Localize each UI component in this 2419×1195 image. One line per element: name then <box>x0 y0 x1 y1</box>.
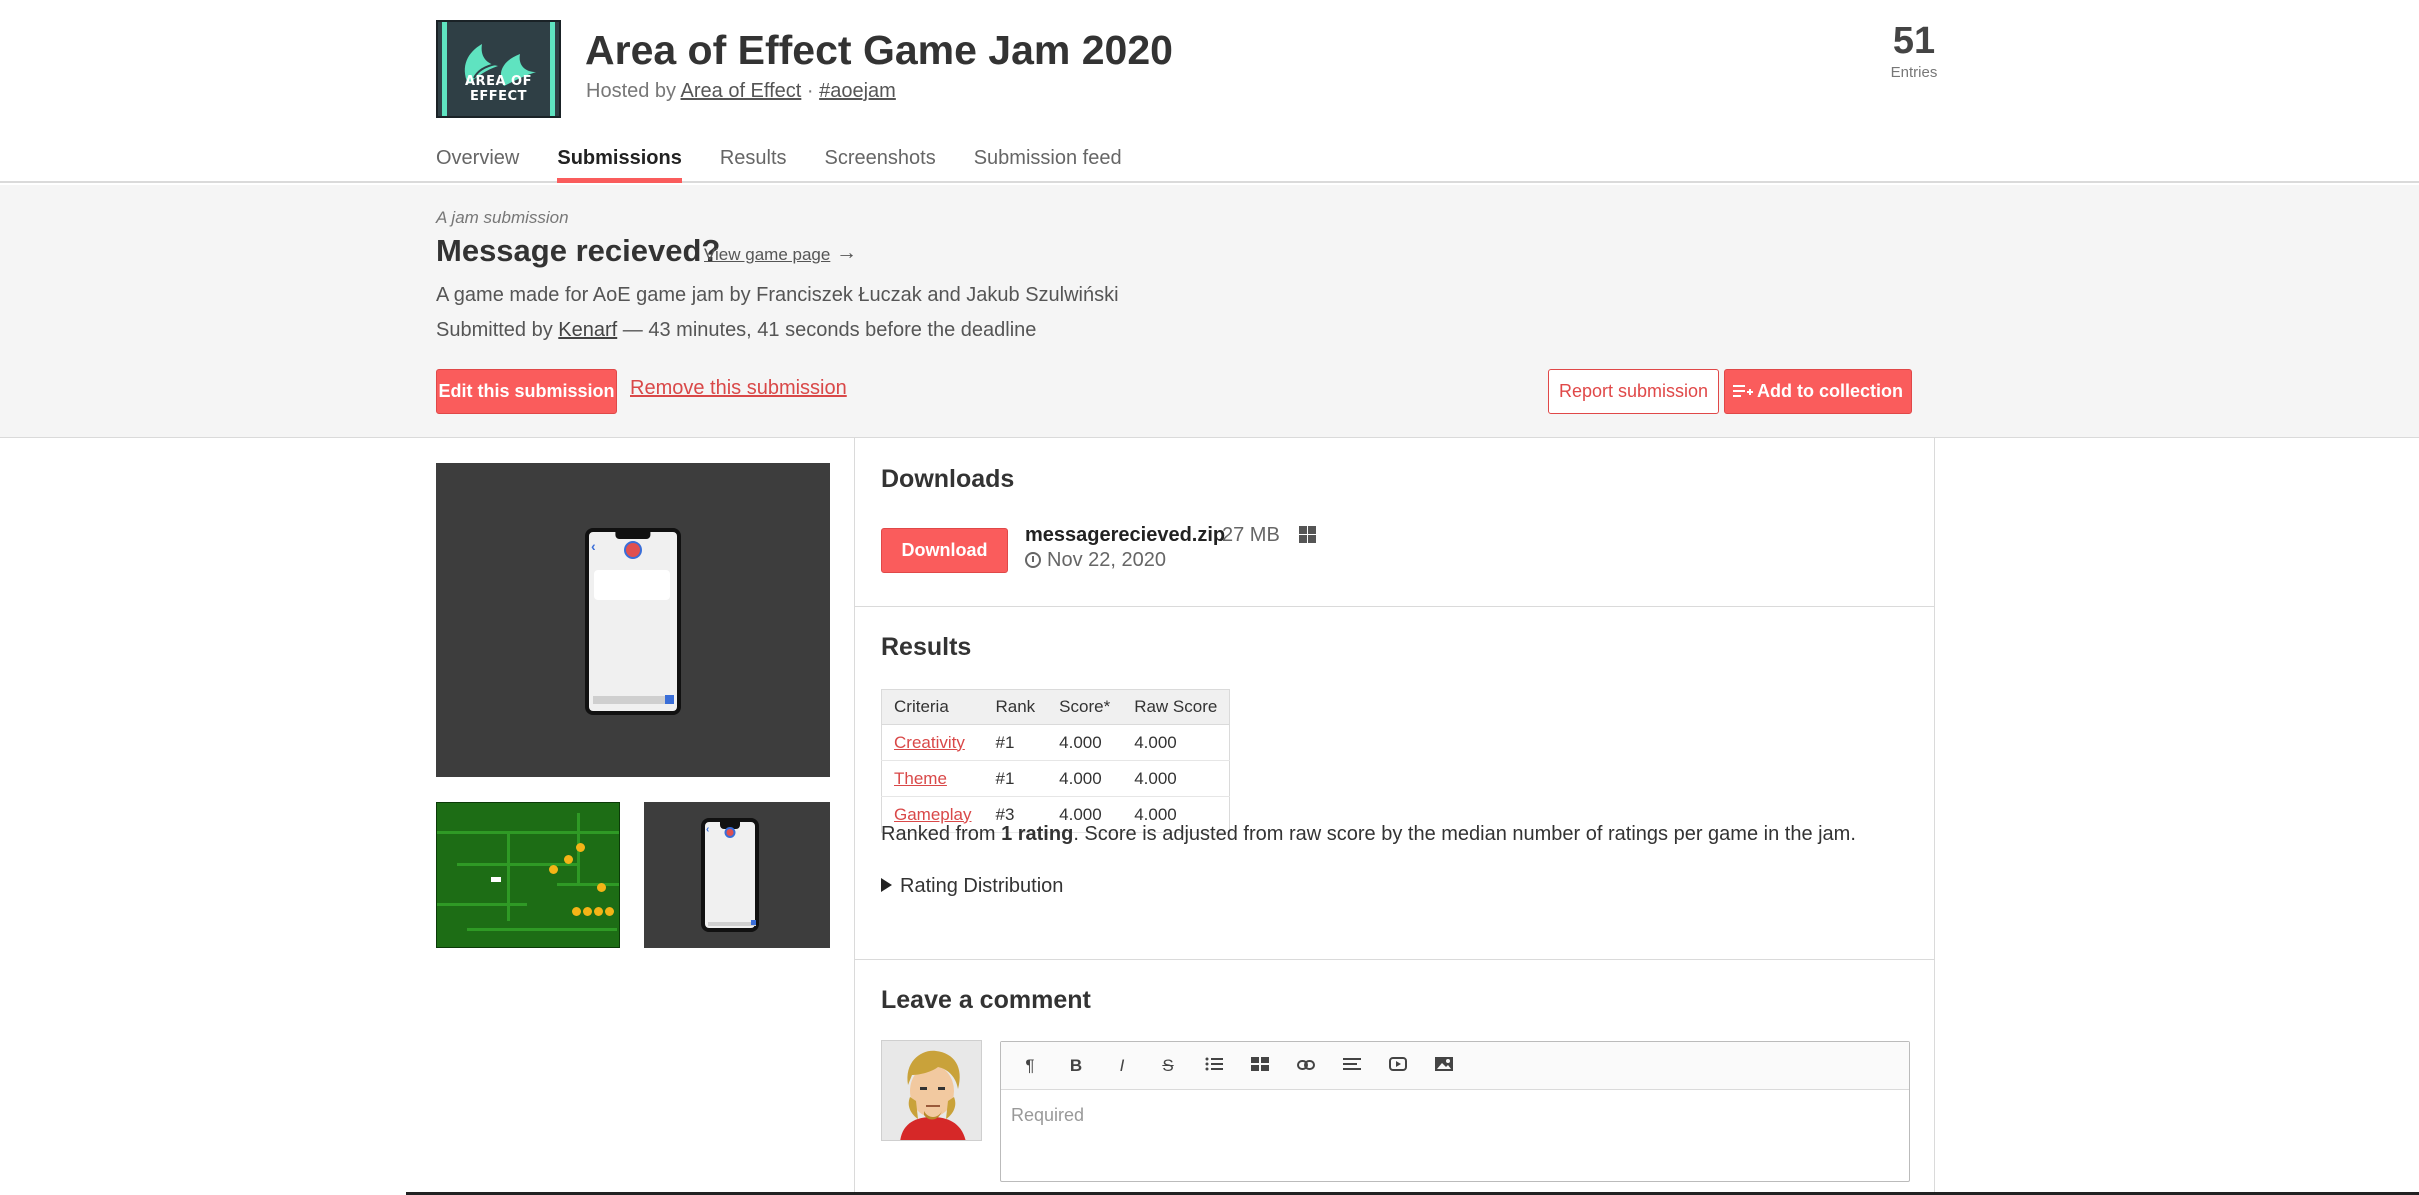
submission-header: A jam submission Message recieved? View … <box>0 185 2419 438</box>
report-submission-button[interactable]: Report submission <box>1548 369 1719 414</box>
windows-icon <box>1299 526 1316 543</box>
strikethrough-icon[interactable]: S <box>1147 1049 1189 1083</box>
file-size: 27 MB <box>1222 524 1280 546</box>
italic-icon[interactable]: I <box>1101 1049 1143 1083</box>
header-raw-score: Raw Score <box>1122 689 1230 725</box>
logo-text: AREA OF EFFECT <box>465 74 532 104</box>
editor-toolbar: ¶ B I S <box>1001 1042 1909 1090</box>
add-to-collection-label: Add to collection <box>1757 381 1903 401</box>
ranking-note: Ranked from 1 rating. Score is adjusted … <box>881 823 1856 846</box>
add-to-collection-button[interactable]: Add to collection <box>1724 369 1912 414</box>
bold-icon[interactable]: B <box>1055 1049 1097 1083</box>
clock-icon <box>1025 552 1041 568</box>
downloads-section: Downloads Download messagerecieved.zip 2… <box>855 438 1934 607</box>
submitted-suffix: — 43 minutes, 41 seconds before the dead… <box>622 319 1037 341</box>
tab-overview[interactable]: Overview <box>436 144 519 183</box>
file-date: Nov 22, 2020 <box>1047 549 1166 571</box>
tab-submissions[interactable]: Submissions <box>557 144 682 183</box>
results-section: Results Criteria Rank Score* Raw Score C… <box>855 607 1934 960</box>
comment-title: Leave a comment <box>881 986 1091 1014</box>
tab-screenshots[interactable]: Screenshots <box>825 144 936 183</box>
ranking-note-count: 1 rating <box>1001 823 1074 845</box>
edit-submission-button[interactable]: Edit this submission <box>436 369 617 414</box>
criteria-link-theme[interactable]: Theme <box>894 769 947 788</box>
rating-distribution-toggle[interactable]: Rating Distribution <box>881 875 1063 898</box>
link-icon[interactable] <box>1285 1049 1327 1083</box>
submission-title: Message recieved? <box>436 233 721 268</box>
list-icon[interactable] <box>1193 1049 1235 1083</box>
tab-results[interactable]: Results <box>720 144 787 183</box>
rank-cell: #1 <box>983 724 1048 761</box>
submitted-by-line: Submitted by Kenarf — 43 minutes, 41 sec… <box>436 319 1036 342</box>
hosted-prefix: Hosted by <box>586 80 677 102</box>
results-table: Criteria Rank Score* Raw Score Creativit… <box>881 689 1231 833</box>
disclosure-triangle-icon <box>881 878 892 892</box>
criteria-link-creativity[interactable]: Creativity <box>894 733 965 752</box>
screenshot-thumbnail-1[interactable] <box>436 802 620 948</box>
main-screenshot[interactable]: ‹ <box>436 463 830 777</box>
phone-screenshot-image: ‹ <box>585 528 681 715</box>
phone-thumbnail-image: ‹ <box>701 818 759 932</box>
host-link[interactable]: Area of Effect <box>681 80 802 102</box>
table-icon[interactable] <box>1239 1049 1281 1083</box>
table-row: Theme #1 4.000 4.000 <box>881 760 1230 797</box>
ranking-note-suffix: . Score is adjusted from raw score by th… <box>1073 823 1856 845</box>
tab-submission-feed[interactable]: Submission feed <box>974 144 1122 183</box>
submitted-prefix: Submitted by <box>436 319 553 341</box>
submission-description: A game made for AoE game jam by Francisz… <box>436 284 1119 306</box>
entries-label: Entries <box>1890 64 1938 81</box>
raw-score-cell: 4.000 <box>1122 724 1230 761</box>
jam-hosted-line: Hosted by Area of Effect · #aoejam <box>586 80 896 103</box>
raw-score-cell: 4.000 <box>1122 760 1230 797</box>
view-game-page-link[interactable]: View game page <box>704 245 830 265</box>
arrow-right-icon: → <box>836 241 857 264</box>
details-column: Downloads Download messagerecieved.zip 2… <box>854 438 1935 1195</box>
entries-counter: 51 Entries <box>1870 18 1958 81</box>
ranking-note-prefix: Ranked from <box>881 823 996 845</box>
results-title: Results <box>881 633 972 661</box>
hashtag-link[interactable]: #aoejam <box>819 80 896 102</box>
hosted-separator: · <box>806 80 814 102</box>
comment-section: Leave a comment ¶ B I S <box>855 960 1934 1195</box>
comment-input[interactable] <box>1001 1091 1909 1181</box>
criteria-link-gameplay[interactable]: Gameplay <box>894 805 971 824</box>
jam-header: AREA OF EFFECT Area of Effect Game Jam 2… <box>0 0 2419 183</box>
jam-logo[interactable]: AREA OF EFFECT <box>436 20 561 118</box>
file-name: messagerecieved.zip <box>1025 524 1226 546</box>
image-icon[interactable] <box>1423 1049 1465 1083</box>
rating-distribution-label: Rating Distribution <box>900 875 1064 897</box>
entries-count: 51 <box>1892 20 1936 62</box>
jam-nav: Overview Submissions Results Screenshots… <box>436 144 1122 183</box>
user-avatar-icon <box>882 1041 981 1140</box>
video-icon[interactable] <box>1377 1049 1419 1083</box>
jam-title[interactable]: Area of Effect Game Jam 2020 <box>585 24 1173 76</box>
header-criteria: Criteria <box>881 689 984 725</box>
submitter-link[interactable]: Kenarf <box>558 319 617 341</box>
align-icon[interactable] <box>1331 1049 1373 1083</box>
header-score: Score* <box>1047 689 1123 725</box>
file-date-line: Nov 22, 2020 <box>1025 549 1166 572</box>
table-row: Creativity #1 4.000 4.000 <box>881 724 1230 761</box>
add-list-icon <box>1733 385 1753 397</box>
results-header-row: Criteria Rank Score* Raw Score <box>881 689 1230 725</box>
rank-cell: #1 <box>983 760 1048 797</box>
score-cell: 4.000 <box>1047 724 1123 761</box>
download-button[interactable]: Download <box>881 528 1008 573</box>
comment-editor: ¶ B I S <box>1000 1041 1910 1182</box>
remove-submission-link[interactable]: Remove this submission <box>630 377 847 400</box>
header-rank: Rank <box>983 689 1048 725</box>
downloads-title: Downloads <box>881 465 1015 493</box>
screenshot-thumbnail-2[interactable]: ‹ <box>644 802 830 948</box>
submission-kicker: A jam submission <box>436 208 569 227</box>
score-cell: 4.000 <box>1047 760 1123 797</box>
paragraph-icon[interactable]: ¶ <box>1009 1049 1051 1083</box>
avatar <box>881 1040 982 1141</box>
